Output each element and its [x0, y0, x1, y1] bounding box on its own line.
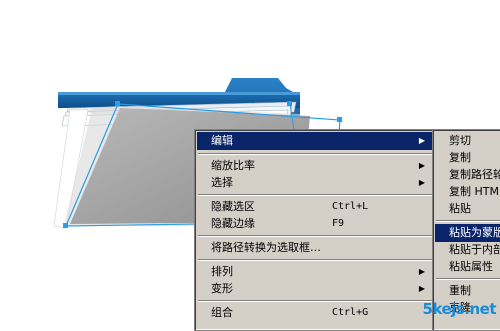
submenu-arrow-icon: ▶ [418, 267, 425, 276]
submenu-item-label: 粘贴为蒙版 [449, 226, 500, 239]
menu-item-label: 变形 [211, 282, 233, 295]
menu-item-group[interactable]: 组合 Ctrl+G [197, 304, 433, 322]
submenu-item-label: 粘贴 [449, 202, 471, 215]
menu-separator [198, 235, 432, 237]
submenu-item-paste[interactable]: 粘贴 [435, 200, 500, 218]
menu-item-transform[interactable]: 变形 ▶ [197, 280, 433, 298]
menu-item-edit[interactable]: 编辑 ▶ [197, 132, 433, 150]
submenu-item-duplicate[interactable]: 重制 [435, 282, 500, 300]
submenu-item-cut[interactable]: 剪切 [435, 132, 500, 150]
menu-item-label: 缩放比率 [211, 159, 255, 172]
menu-item-shortcut: Ctrl+L [332, 201, 369, 212]
submenu-arrow-icon: ▶ [418, 136, 425, 145]
submenu-item-label: 粘贴于内部 [449, 243, 500, 256]
submenu-item-label: 复制路径轮 [449, 168, 500, 181]
menu-item-label: 编辑 [211, 134, 233, 147]
menu-item-zoom-ratio[interactable]: 缩放比率 ▶ [197, 157, 433, 175]
submenu-item-copy[interactable]: 复制 [435, 149, 500, 167]
menu-item-arrange[interactable]: 排列 ▶ [197, 263, 433, 281]
submenu-item-paste-inside[interactable]: 粘贴于内部 [435, 241, 500, 259]
submenu-item-label: 粘贴属性 [449, 260, 493, 273]
menu-item-convert-path[interactable]: 将路径转换为选取框… [197, 239, 433, 257]
submenu-arrow-icon: ▶ [418, 178, 425, 187]
submenu-item-label: 重制 [449, 284, 471, 297]
submenu-item-copy-html[interactable]: 复制 HTML [435, 183, 500, 201]
menu-separator [198, 259, 432, 261]
menu-item-select[interactable]: 选择 ▶ [197, 174, 433, 192]
menu-item-label: 选择 [211, 176, 233, 189]
submenu-item-paste-attributes[interactable]: 粘贴属性 [435, 258, 500, 276]
menu-item-label: 排列 [211, 265, 233, 278]
submenu-item-copy-path-outline[interactable]: 复制路径轮 [435, 166, 500, 184]
menu-separator [436, 278, 500, 280]
menu-item-label: 隐藏边缘 [211, 217, 255, 230]
site-watermark: 5kejs.net [422, 300, 497, 318]
menu-item-label: 隐藏选区 [211, 200, 255, 213]
submenu-item-label: 复制 HTML [449, 185, 500, 198]
submenu-item-label: 剪切 [449, 134, 471, 147]
menu-separator [198, 153, 432, 155]
menu-item-hide-edges[interactable]: 隐藏边缘 F9 [197, 215, 433, 233]
context-menu: 编辑 ▶ 缩放比率 ▶ 选择 ▶ 隐藏选区 Ctrl+L 隐藏边缘 F9 将路径… [194, 129, 436, 331]
submenu-arrow-icon: ▶ [418, 161, 425, 170]
menu-item-label: 将路径转换为选取框… [211, 241, 321, 254]
menu-separator [198, 194, 432, 196]
menu-item-shortcut: F9 [332, 218, 345, 229]
submenu-arrow-icon: ▶ [418, 284, 425, 293]
submenu-item-label: 复制 [449, 151, 471, 164]
menu-separator [198, 300, 432, 302]
menu-item-hide-selection[interactable]: 隐藏选区 Ctrl+L [197, 198, 433, 216]
menu-item-shortcut: Ctrl+G [332, 307, 369, 318]
menu-separator [436, 220, 500, 222]
menu-item-label: 组合 [211, 306, 233, 319]
submenu-item-paste-as-mask[interactable]: 粘贴为蒙版 [435, 224, 500, 242]
